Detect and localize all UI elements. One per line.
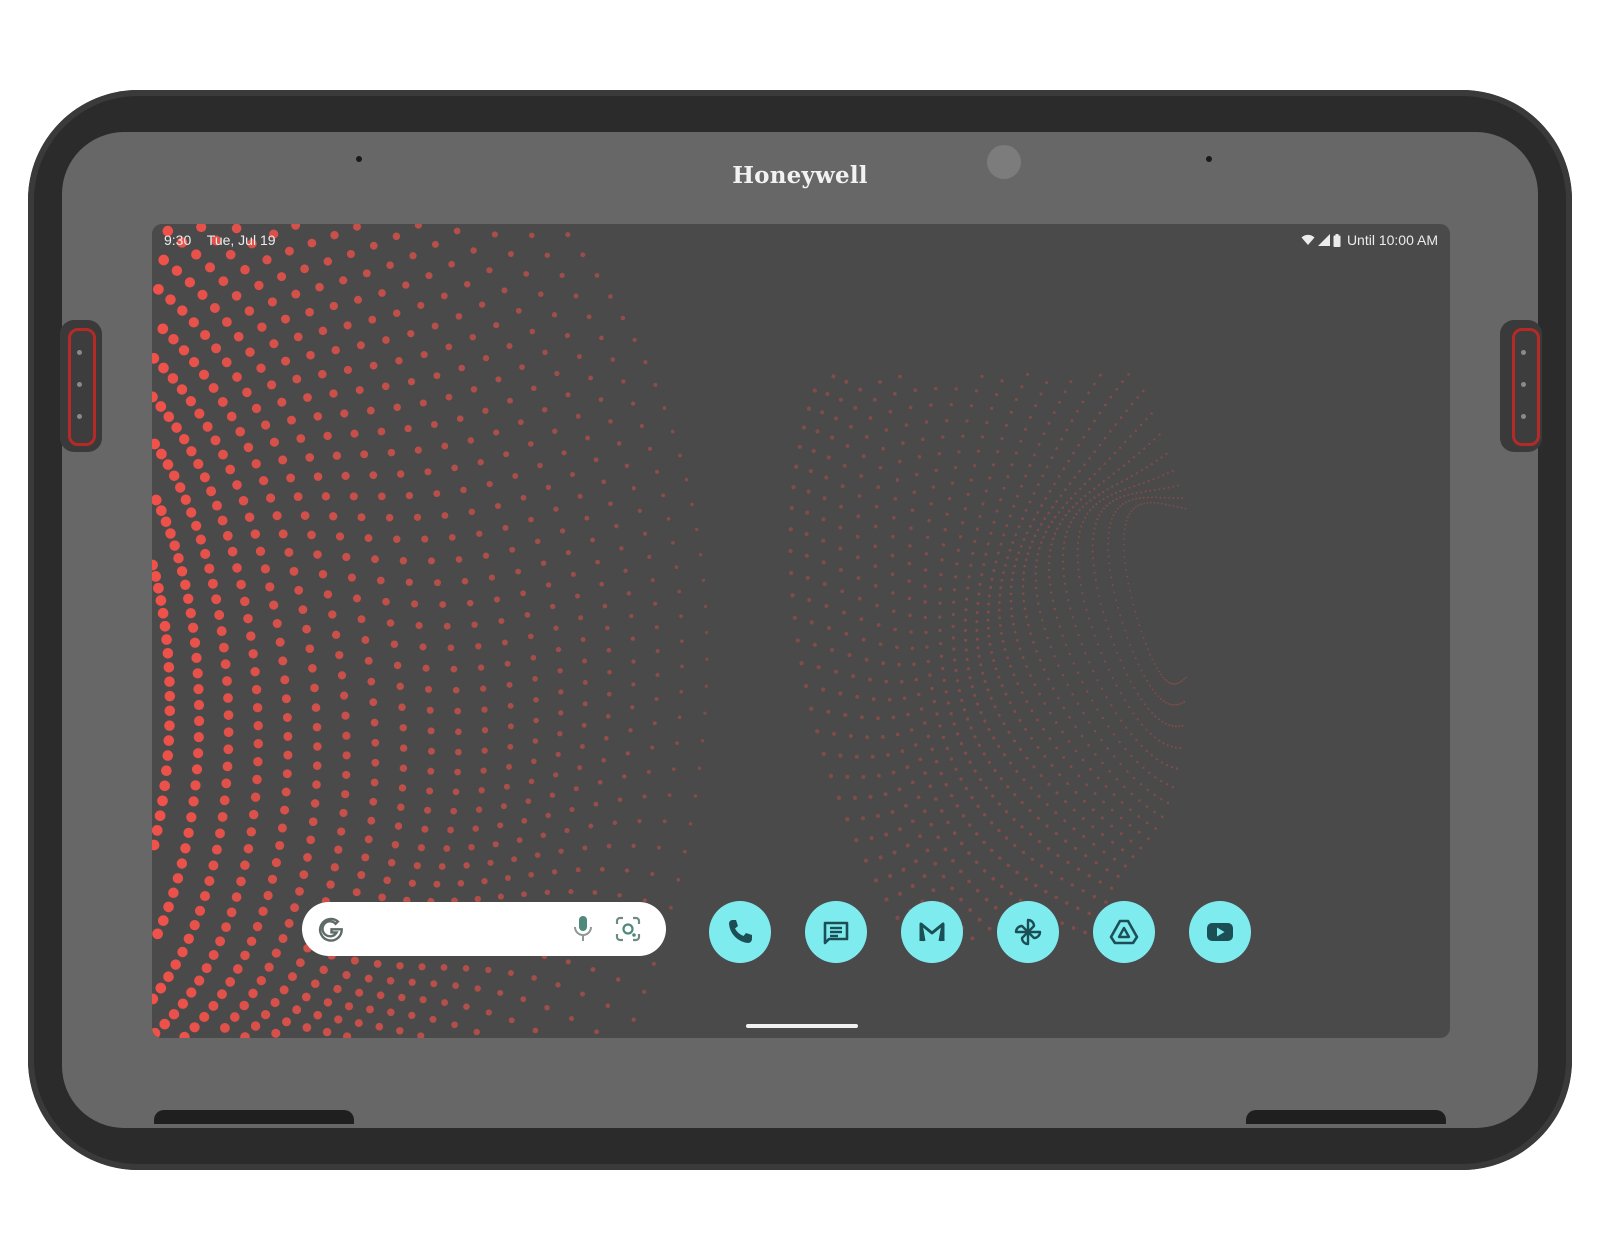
- google-g-icon[interactable]: [316, 914, 346, 944]
- right-side-button[interactable]: [1500, 320, 1542, 452]
- phone-icon: [728, 920, 752, 943]
- drive-app-icon[interactable]: [1093, 901, 1155, 963]
- navigation-gesture-handle[interactable]: [746, 1024, 858, 1028]
- status-date: Tue, Jul 19: [206, 232, 276, 248]
- brand-logo: Honeywell: [732, 162, 868, 189]
- right-side-button-trim: [1512, 328, 1540, 446]
- sensor-dot-right: [1206, 156, 1212, 162]
- left-side-button-trim: [68, 328, 96, 446]
- wifi-icon: [1301, 234, 1315, 245]
- pinwheel-app-icon[interactable]: [997, 901, 1059, 963]
- battery-icon: [1333, 233, 1341, 247]
- status-bar-right: Until 10:00 AM: [1301, 232, 1438, 248]
- status-time: 9:30: [164, 232, 192, 248]
- status-dnd-text: Until 10:00 AM: [1346, 232, 1438, 248]
- right-button-dot: [1521, 382, 1526, 387]
- status-bar-left: 9:30 Tue, Jul 19: [164, 232, 276, 248]
- home-screen: 9:30 Tue, Jul 19 Until 10:00 AM: [152, 224, 1450, 1038]
- bottom-foot-right: [1246, 1110, 1446, 1124]
- messages-app-icon[interactable]: [805, 901, 867, 963]
- google-search-widget[interactable]: [302, 902, 666, 956]
- left-button-dot: [77, 414, 82, 419]
- youtube-icon: [1207, 923, 1233, 941]
- left-button-dot: [77, 350, 82, 355]
- microphone-icon[interactable]: [572, 914, 594, 944]
- youtube-app-icon[interactable]: [1189, 901, 1251, 963]
- bottom-foot-left: [154, 1110, 354, 1124]
- front-camera: [987, 145, 1021, 179]
- gmail-icon: [919, 922, 945, 942]
- cellular-signal-icon: [1317, 234, 1330, 246]
- drive-icon: [1109, 919, 1139, 945]
- sensor-dot-left: [356, 156, 362, 162]
- right-button-dot: [1521, 350, 1526, 355]
- gmail-app-icon[interactable]: [901, 901, 963, 963]
- right-button-dot: [1521, 414, 1526, 419]
- pinwheel-icon: [1014, 918, 1042, 946]
- phone-app-icon[interactable]: [709, 901, 771, 963]
- left-side-button[interactable]: [60, 320, 102, 452]
- left-button-dot: [77, 382, 82, 387]
- google-lens-icon[interactable]: [614, 915, 642, 943]
- messages-icon: [823, 921, 849, 945]
